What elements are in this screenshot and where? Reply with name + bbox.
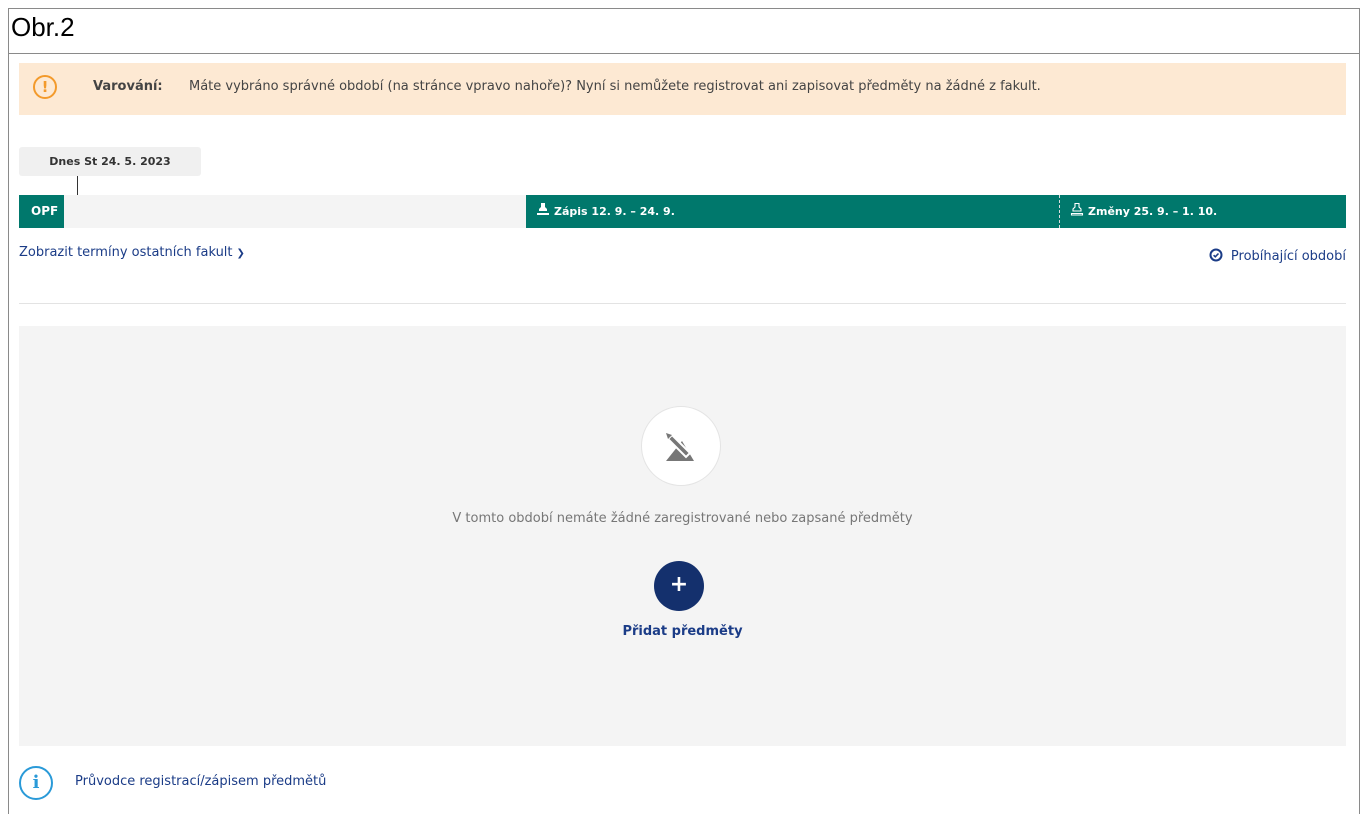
figure-frame: Obr.2 ! Varování: Máte vybráno správné o… bbox=[8, 8, 1360, 814]
empty-state-panel: V tomto období nemáte žádné zaregistrova… bbox=[19, 326, 1346, 746]
chevron-down-icon: ❯ bbox=[236, 248, 245, 259]
faculty-label: OPF bbox=[19, 195, 64, 228]
warning-label: Varování: bbox=[93, 79, 163, 94]
figure-caption: Obr.2 bbox=[11, 12, 75, 42]
warning-banner: ! Varování: Máte vybráno správné období … bbox=[19, 63, 1346, 115]
timeline-zmeny[interactable]: Změny 25. 9. – 1. 10. bbox=[1059, 195, 1346, 228]
clock-icon bbox=[1209, 248, 1223, 262]
warning-text: Máte vybráno správné období (na stránce … bbox=[189, 79, 1041, 94]
add-courses-label[interactable]: Přidat předměty bbox=[19, 624, 1346, 639]
empty-state-message: V tomto období nemáte žádné zaregistrova… bbox=[452, 511, 913, 526]
today-badge: Dnes St 24. 5. 2023 bbox=[19, 147, 201, 176]
zmeny-label: Změny 25. 9. – 1. 10. bbox=[1088, 205, 1218, 218]
caption-bar: Obr.2 bbox=[9, 9, 1359, 54]
add-courses-button[interactable]: + bbox=[654, 561, 704, 611]
stamp-icon bbox=[536, 196, 550, 229]
stamp-outline-icon bbox=[1070, 196, 1084, 229]
timeline-bar: OPF Zápis 12. 9. – 24. 9. Změny 25. 9. –… bbox=[19, 195, 1346, 228]
pencil-ruler-icon bbox=[641, 406, 721, 486]
info-icon: i bbox=[19, 766, 53, 800]
timeline-zapis[interactable]: Zápis 12. 9. – 24. 9. bbox=[526, 195, 1059, 228]
current-period-label: Probíhající období bbox=[1230, 249, 1346, 264]
zapis-label: Zápis 12. 9. – 24. 9. bbox=[554, 205, 675, 218]
divider bbox=[19, 303, 1346, 304]
guide-label: Průvodce registrací/zápisem předmětů bbox=[75, 774, 327, 789]
current-period-link[interactable]: Probíhající období bbox=[1209, 248, 1346, 264]
show-terms-label: Zobrazit termíny ostatních fakult bbox=[19, 245, 233, 260]
show-other-faculties-link[interactable]: Zobrazit termíny ostatních fakult ❯ bbox=[19, 245, 245, 260]
exclamation-icon: ! bbox=[33, 75, 57, 99]
